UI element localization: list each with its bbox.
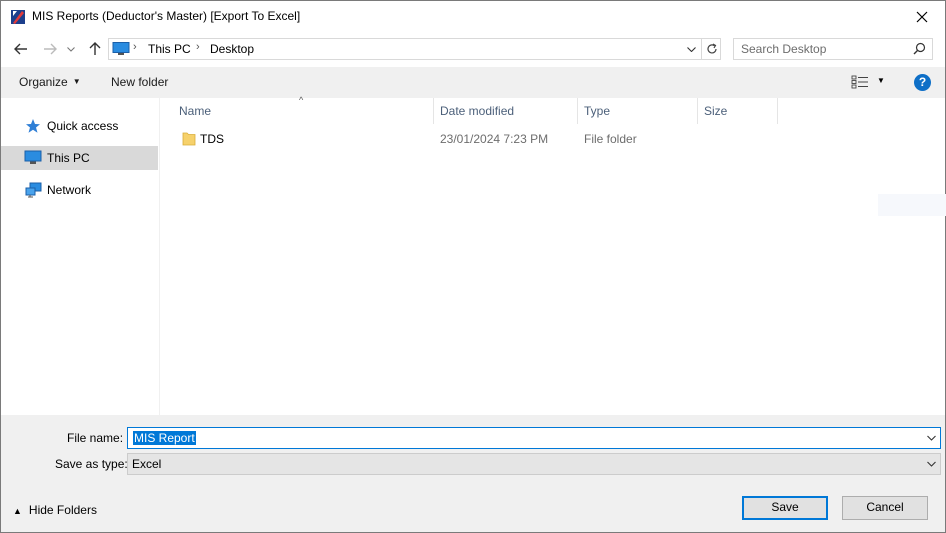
nav-item-label: Quick access [47,119,119,133]
save-options-panel: File name: MIS Report Save as type: Exce… [1,415,945,532]
column-header-size[interactable]: Size [704,104,727,118]
command-bar: Organize ▼ New folder ▼ ? [1,67,945,98]
filename-value: MIS Report [133,431,196,445]
save-dialog: MIS Reports (Deductor's Master) [Export … [0,0,946,533]
star-icon [26,119,40,133]
organize-label: Organize [19,75,68,89]
activate-windows-watermark [878,194,946,216]
file-row[interactable]: TDS 23/01/2024 7:23 PM File folder [173,128,773,150]
hide-folders-button[interactable]: ▲ Hide Folders [13,503,97,517]
column-header-name[interactable]: Name [179,104,211,118]
filename-field[interactable]: MIS Report [127,427,941,449]
arrow-right-icon [44,43,57,55]
organize-button[interactable]: Organize ▼ [19,75,81,89]
window-title: MIS Reports (Deductor's Master) [Export … [32,9,301,23]
column-header-date[interactable]: Date modified [440,104,514,118]
app-logo-icon [11,10,25,24]
navigation-pane: Quick access This PC Network [1,98,160,415]
save-type-value: Excel [132,457,162,471]
refresh-button[interactable] [701,39,721,59]
file-date-modified: 23/01/2024 7:23 PM [440,132,549,146]
search-placeholder: Search Desktop [741,42,827,56]
breadcrumb-desktop[interactable]: Desktop [210,42,254,56]
chevron-down-icon [686,46,696,52]
new-folder-button[interactable]: New folder [111,75,168,89]
arrow-left-icon [14,43,27,55]
cancel-button[interactable]: Cancel [842,496,928,520]
save-type-label: Save as type: [55,457,128,471]
caret-down-icon: ▼ [72,77,81,86]
up-button[interactable] [85,39,105,59]
column-header-type[interactable]: Type [584,104,610,118]
title-bar: MIS Reports (Deductor's Master) [Export … [1,1,945,32]
refresh-icon [706,43,717,54]
nav-item-this-pc[interactable]: This PC [1,146,158,170]
view-menu-caret-icon[interactable]: ▼ [877,76,885,85]
breadcrumb-separator: › [133,41,137,53]
search-icon [913,42,926,55]
file-list: ^ Name Date modified Type Size TDS 23/01… [161,95,946,415]
column-divider[interactable] [433,98,434,124]
breadcrumb-this-pc[interactable]: This PC [148,42,191,56]
forward-button[interactable] [40,39,60,59]
save-button[interactable]: Save [742,496,828,520]
nav-item-label: This PC [47,151,90,165]
chevron-down-icon [927,461,936,467]
network-icon [25,182,42,198]
breadcrumb-separator: › [196,41,200,53]
computer-icon [112,42,130,55]
chevron-down-icon [67,46,75,52]
column-divider[interactable] [697,98,698,124]
column-divider[interactable] [777,98,778,124]
back-button[interactable] [11,39,31,59]
file-type: File folder [584,132,637,146]
help-icon[interactable]: ? [914,74,931,91]
file-name: TDS [200,132,224,146]
address-history-button[interactable] [683,42,699,56]
save-type-select[interactable]: Excel [127,453,941,475]
close-button[interactable] [899,1,945,32]
column-divider[interactable] [577,98,578,124]
nav-item-label: Network [47,183,92,197]
chevron-down-icon[interactable] [927,432,936,444]
computer-icon [24,150,42,164]
folder-icon [182,132,196,146]
arrow-up-icon [89,42,101,55]
hide-folders-label: Hide Folders [28,503,97,517]
recent-locations-button[interactable] [64,39,78,59]
address-bar[interactable]: › This PC › Desktop [108,38,721,60]
sort-ascending-icon: ^ [299,95,304,105]
nav-item-quick-access[interactable]: Quick access [1,114,158,138]
close-icon [916,11,928,22]
filename-label: File name: [67,431,124,445]
nav-item-network[interactable]: Network [1,178,158,202]
chevron-up-icon: ▲ [13,506,22,516]
search-input[interactable]: Search Desktop [733,38,933,60]
view-options-icon[interactable] [851,75,869,89]
